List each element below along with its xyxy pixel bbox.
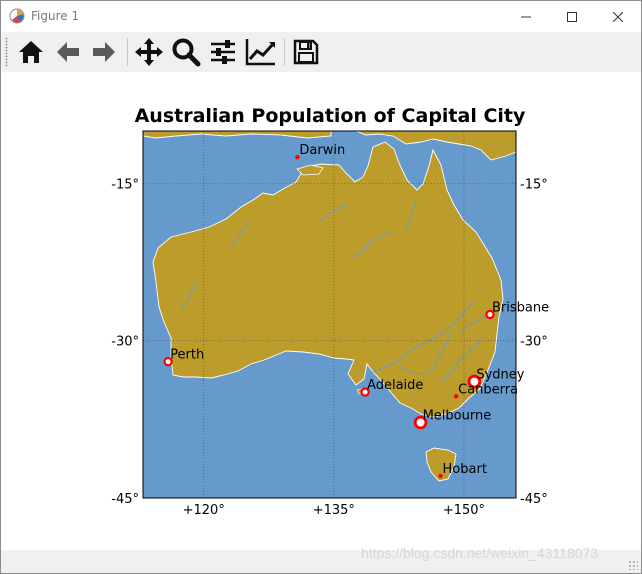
- figure-canvas[interactable]: Australian Population of Capital City +1…: [1, 72, 641, 550]
- figure-window: Figure 1 Australian Population of Capita…: [0, 0, 642, 574]
- move-icon: [135, 38, 163, 66]
- sliders-icon: [211, 40, 235, 64]
- customize-button[interactable]: [244, 35, 278, 69]
- arrow-left-icon: [57, 42, 79, 62]
- city-label-brisbane: Brisbane: [492, 301, 549, 316]
- navigation-toolbar: [1, 32, 641, 72]
- city-label-canberra: Canberra: [458, 382, 518, 397]
- forward-button[interactable]: [87, 35, 121, 69]
- subplots-button[interactable]: [206, 35, 240, 69]
- city-label-darwin: Darwin: [299, 143, 345, 158]
- pan-button[interactable]: [132, 35, 166, 69]
- line-chart-icon: [245, 39, 275, 66]
- title-bar: Figure 1: [1, 1, 641, 32]
- city-label-melbourne: Melbourne: [423, 409, 492, 424]
- maximize-icon: [567, 11, 577, 22]
- y-tick-label-right: -30°: [520, 335, 548, 350]
- toolbar-grip[interactable]: [5, 37, 8, 67]
- back-button[interactable]: [51, 35, 85, 69]
- x-tick-label: +120°: [183, 503, 225, 518]
- minimize-button[interactable]: [503, 1, 549, 32]
- map-axes: +120° +135° +150°-15° -15°-30° -30°-45° -45° …: [111, 130, 549, 518]
- maximize-button[interactable]: [549, 1, 595, 32]
- matplotlib-logo-icon: [9, 8, 25, 24]
- y-tick-label-right: -45°: [520, 492, 548, 507]
- y-tick-label-left: -15°: [111, 177, 139, 192]
- toolbar-separator: [127, 38, 128, 66]
- window-title: Figure 1: [31, 9, 80, 23]
- city-label-adelaide: Adelaide: [367, 378, 423, 393]
- resize-grip-icon[interactable]: [628, 560, 638, 570]
- home-button[interactable]: [14, 35, 48, 69]
- y-tick-label-right: -15°: [520, 177, 548, 192]
- toolbar-separator: [284, 38, 285, 66]
- close-button[interactable]: [595, 1, 641, 32]
- magnifier-icon: [172, 38, 201, 67]
- minimize-icon: [521, 16, 531, 17]
- arrow-right-icon: [93, 42, 115, 62]
- chart-title: Australian Population of Capital City: [135, 105, 526, 127]
- x-tick-label: +150°: [443, 503, 485, 518]
- watermark: https://blog.csdn.net/weixin_43118073: [361, 545, 599, 561]
- city-label-sydney: Sydney: [476, 368, 524, 383]
- y-tick-label-left: -45°: [111, 492, 139, 507]
- x-tick-label: +135°: [313, 503, 355, 518]
- close-icon: [613, 11, 623, 22]
- save-button[interactable]: [289, 35, 323, 69]
- zoom-button[interactable]: [169, 35, 203, 69]
- city-label-hobart: Hobart: [443, 462, 487, 477]
- city-label-perth: Perth: [170, 348, 204, 363]
- home-icon: [19, 41, 43, 63]
- floppy-disk-icon: [293, 39, 319, 65]
- y-tick-label-left: -30°: [111, 335, 139, 350]
